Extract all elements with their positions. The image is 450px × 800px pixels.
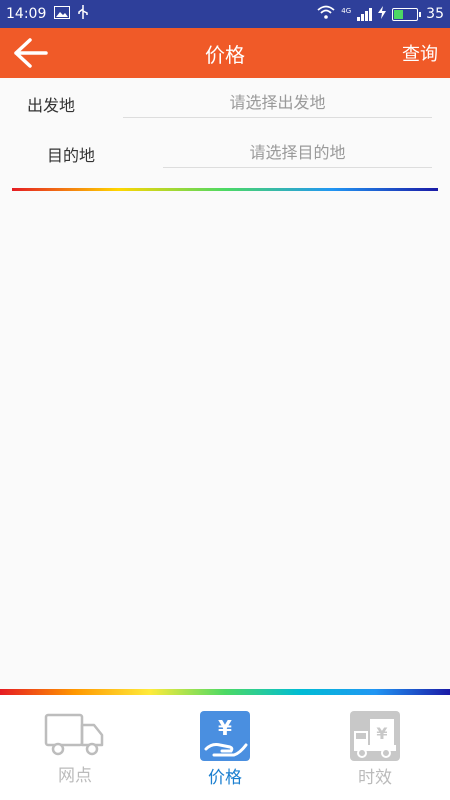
divider [12,188,438,191]
wifi-icon [317,5,335,23]
back-button[interactable] [10,33,50,73]
destination-label: 目的地 [47,146,96,165]
battery-icon [392,7,422,21]
delivery-truck-yen-icon: ¥ [350,711,400,765]
destination-row: 目的地 [0,132,450,176]
tab-price[interactable]: ¥ 价格 [150,695,300,800]
tab-label: 价格 [208,768,242,788]
svg-text:¥: ¥ [376,724,387,743]
back-arrow-icon [14,38,48,68]
image-icon [54,5,71,23]
price-hand-icon: ¥ [200,711,250,765]
page-title: 价格 [205,42,245,67]
origin-row: 出发地 [0,82,450,126]
query-button[interactable]: 查询 [402,40,438,66]
tab-outlets[interactable]: 网点 [0,695,150,800]
tab-label: 网点 [58,766,92,786]
battery-level: 35 [426,6,444,22]
status-bar: 14:09 4G 35 [0,0,450,28]
destination-input[interactable] [163,138,432,168]
usb-icon [78,5,89,23]
origin-input[interactable] [123,88,432,118]
svg-text:¥: ¥ [218,716,232,740]
tab-label: 时效 [358,768,392,788]
origin-label: 出发地 [27,96,76,115]
network-type: 4G [341,7,352,15]
bottom-tab-bar: 网点 ¥ 价格 ¥ 时效 [0,695,450,800]
status-time: 14:09 [6,6,47,22]
app-bar: 价格 查询 [0,28,450,78]
truck-icon [44,711,106,761]
tab-timeliness[interactable]: ¥ 时效 [300,695,450,800]
charging-icon [378,5,387,23]
signal-icon [357,7,373,21]
